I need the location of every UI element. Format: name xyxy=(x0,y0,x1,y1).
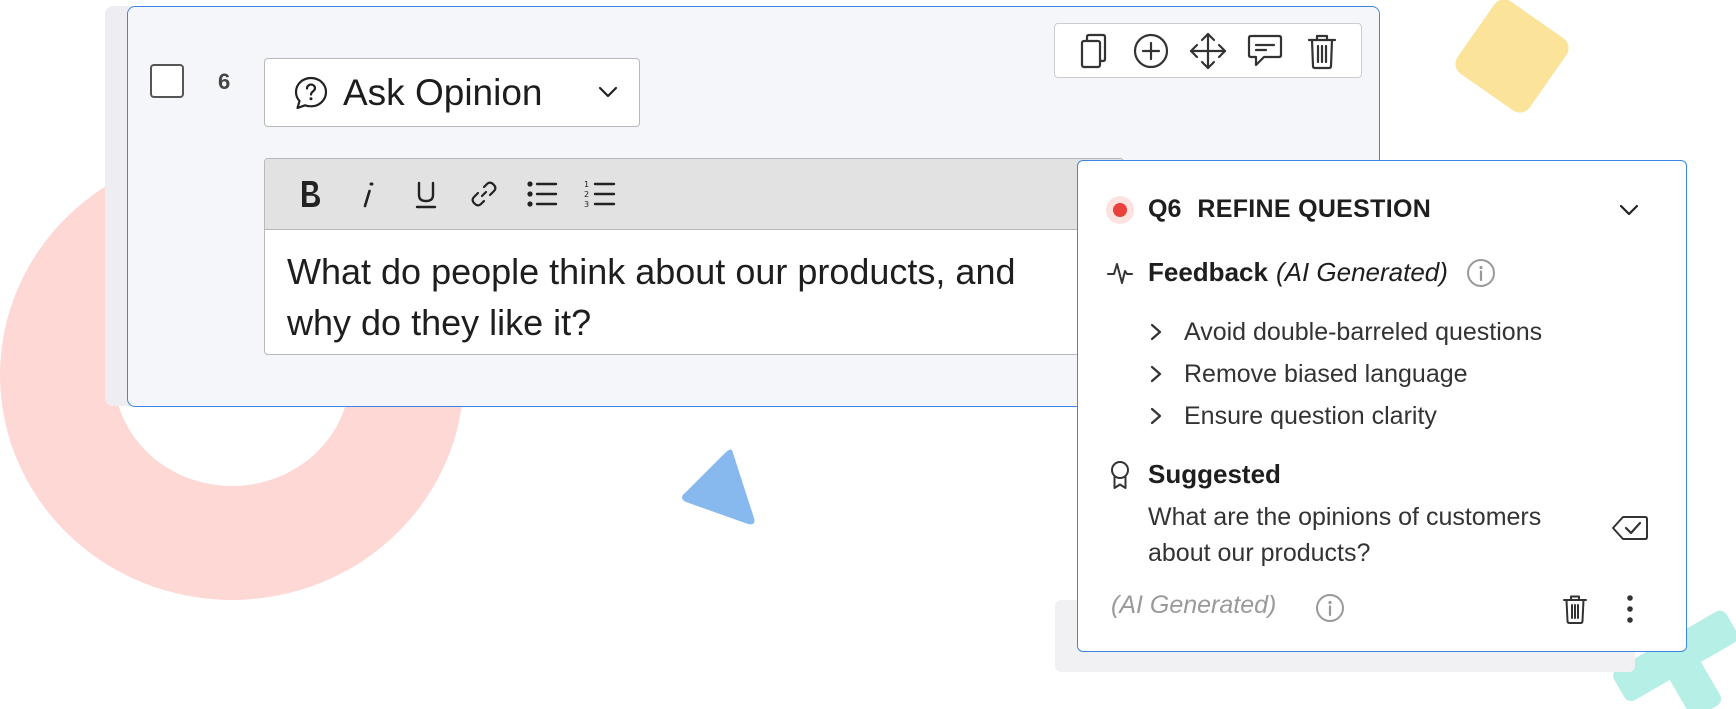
duplicate-button[interactable] xyxy=(1074,31,1114,71)
info-icon[interactable] xyxy=(1315,593,1345,623)
feedback-item-label: Avoid double-barreled questions xyxy=(1184,317,1543,346)
italic-icon xyxy=(363,182,374,208)
question-type-select[interactable]: Ask Opinion xyxy=(264,58,640,127)
pulse-icon xyxy=(1107,262,1133,284)
chevron-right-icon xyxy=(1150,365,1162,383)
feedback-item-label: Remove biased language xyxy=(1184,359,1468,388)
feedback-item[interactable]: Ensure question clarity xyxy=(1148,395,1542,437)
apply-suggestion-icon[interactable] xyxy=(1611,513,1649,543)
move-icon xyxy=(1189,32,1227,69)
delete-icon xyxy=(1308,34,1337,69)
add-icon xyxy=(1133,33,1168,68)
bullet-list-icon xyxy=(527,181,558,207)
decorative-yellow-square xyxy=(1450,0,1574,118)
question-number: 6 xyxy=(218,69,231,94)
svg-text:3: 3 xyxy=(584,200,589,209)
delete-button[interactable] xyxy=(1302,31,1342,71)
chevron-down-icon xyxy=(598,86,618,98)
suggested-question-text: What are the opinions of customers about… xyxy=(1148,503,1542,567)
bullet-list-button[interactable] xyxy=(513,172,571,216)
panel-header: Q6 REFINE QUESTION xyxy=(1106,195,1431,224)
panel-title: REFINE QUESTION xyxy=(1197,195,1432,223)
panel-question-number: Q6 xyxy=(1148,195,1182,223)
info-icon[interactable] xyxy=(1466,258,1496,288)
svg-text:2: 2 xyxy=(584,190,589,199)
comment-button[interactable] xyxy=(1245,31,1285,71)
link-button[interactable] xyxy=(455,172,513,216)
status-dot-icon xyxy=(1106,195,1134,224)
svg-text:1: 1 xyxy=(584,180,589,189)
question-bubble-icon xyxy=(294,76,328,109)
duplicate-icon xyxy=(1080,33,1106,68)
refine-question-panel: Q6 REFINE QUESTION Feedback (AI Generate… xyxy=(1077,160,1687,652)
bold-icon xyxy=(302,181,320,207)
underline-button[interactable] xyxy=(397,172,455,216)
suggested-label: Suggested xyxy=(1148,459,1281,489)
move-button[interactable] xyxy=(1188,31,1228,71)
link-icon xyxy=(471,181,497,207)
collapse-chevron-icon[interactable] xyxy=(1618,201,1640,219)
italic-button[interactable] xyxy=(339,172,397,216)
feedback-ai-tag: (AI Generated) xyxy=(1275,257,1448,287)
numbered-list-icon: 1 2 3 xyxy=(584,180,616,209)
question-type-label: Ask Opinion xyxy=(343,71,543,113)
question-text[interactable]: What do people think about our products,… xyxy=(265,230,1065,354)
feedback-header: Feedback (AI Generated) xyxy=(1106,257,1496,288)
feedback-list: Avoid double-barreled questions Remove b… xyxy=(1148,311,1542,437)
award-icon xyxy=(1111,460,1129,489)
suggested-header: Suggested xyxy=(1106,459,1281,490)
numbered-list-button[interactable]: 1 2 3 xyxy=(571,172,629,216)
more-options-icon[interactable] xyxy=(1624,593,1636,625)
trash-icon[interactable] xyxy=(1561,593,1589,625)
feedback-item[interactable]: Avoid double-barreled questions xyxy=(1148,311,1542,353)
question-actions-toolbar xyxy=(1054,23,1362,78)
feedback-label: Feedback xyxy=(1148,257,1268,287)
question-editor[interactable]: 1 2 3 What do people think about our pro… xyxy=(264,158,1124,355)
format-toolbar: 1 2 3 xyxy=(265,159,1123,230)
decorative-blue-triangle xyxy=(682,449,755,525)
feedback-item-label: Ensure question clarity xyxy=(1184,401,1437,430)
comment-icon xyxy=(1248,34,1283,66)
feedback-item[interactable]: Remove biased language xyxy=(1148,353,1542,395)
bold-button[interactable] xyxy=(281,172,339,216)
add-button[interactable] xyxy=(1131,31,1171,71)
underline-icon xyxy=(415,181,437,209)
ai-generated-tag: (AI Generated) xyxy=(1111,591,1277,619)
question-select-checkbox[interactable] xyxy=(150,64,184,98)
chevron-right-icon xyxy=(1150,407,1162,425)
chevron-right-icon xyxy=(1150,323,1162,341)
